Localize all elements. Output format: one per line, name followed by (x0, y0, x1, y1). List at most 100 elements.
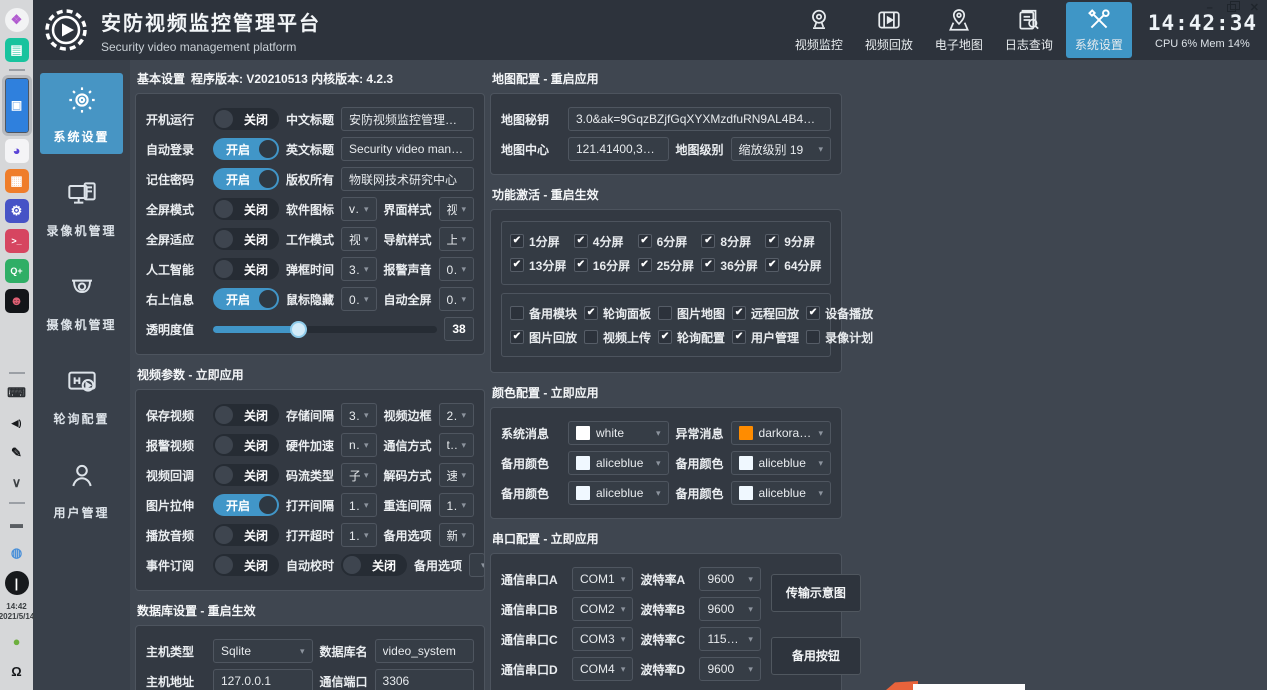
checkbox[interactable]: ✔36分屏 (701, 257, 758, 274)
taskbar-power-icon[interactable]: | (5, 571, 29, 595)
dropdown[interactable]: 0秒钟▾ (439, 287, 474, 311)
checkbox[interactable]: ✔8分屏 (701, 233, 758, 250)
nav-system-settings[interactable]: 系统设置 (1066, 2, 1132, 58)
toggle-off[interactable]: 关闭 (213, 524, 279, 546)
dropdown[interactable]: 9600▾ (699, 597, 760, 621)
color-dropdown[interactable]: aliceblue▾ (568, 451, 669, 475)
dropdown[interactable]: 10000毫秒▾ (341, 523, 376, 547)
checkbox[interactable]: ✔远程回放 (732, 305, 799, 322)
taskbar-app-store-icon[interactable]: ▦ (5, 169, 29, 193)
opacity-slider[interactable] (213, 318, 437, 340)
dropdown[interactable]: 子码流▾ (341, 463, 376, 487)
dropdown[interactable]: 0次▾ (439, 257, 474, 281)
color-dropdown[interactable]: aliceblue▾ (568, 481, 669, 505)
checkbox[interactable]: ✔6分屏 (638, 233, 695, 250)
toggle-on[interactable]: 开启 (213, 168, 279, 190)
dropdown[interactable]: 1000毫秒▾ (341, 493, 376, 517)
checkbox[interactable]: ✔图片回放 (510, 329, 577, 346)
dropdown[interactable]: 0秒钟▾ (341, 287, 376, 311)
text-input[interactable]: 3.0&ak=9GqzBZjfGqXYXMzdfuRN9AL4B4PHaY6R (568, 107, 831, 131)
text-input[interactable]: 物联网技术研究中心 (341, 167, 474, 191)
text-input[interactable]: 127.0.0.1 (213, 669, 313, 690)
nav-log-query[interactable]: 日志查询 (996, 2, 1062, 58)
taskbar-bell-icon[interactable]: Ω (5, 659, 29, 683)
color-dropdown[interactable]: aliceblue▾ (731, 451, 832, 475)
sidebar-item-system-settings[interactable]: 系统设置 (40, 73, 123, 154)
toggle-off[interactable]: 关闭 (213, 108, 279, 130)
color-dropdown[interactable]: aliceblue▾ (731, 481, 832, 505)
toggle-off[interactable]: 关闭 (213, 464, 279, 486)
background-window-edge[interactable] (913, 684, 1025, 690)
taskbar-pen-icon[interactable]: ✎ (5, 441, 29, 465)
taskbar-mini-keyboard-icon[interactable]: ▬ (5, 511, 29, 535)
toggle-off[interactable]: 关闭 (213, 434, 279, 456)
dropdown[interactable]: 新建项目▾ (469, 553, 485, 577)
restore-button[interactable] (1227, 4, 1236, 12)
text-input[interactable]: video_system (375, 639, 475, 663)
slider-knob[interactable] (290, 321, 307, 338)
toggle-off[interactable]: 关闭 (213, 554, 279, 576)
sidebar-item-recorder-mgmt[interactable]: 录像机管理 (40, 167, 123, 248)
toggle-off[interactable]: 关闭 (341, 554, 407, 576)
checkbox[interactable]: ✔轮询配置 (658, 329, 725, 346)
checkbox[interactable]: ✔轮询面板 (584, 305, 651, 322)
text-input[interactable]: 3306 (375, 669, 475, 690)
checkbox[interactable]: 备用模块 (510, 305, 577, 322)
color-dropdown[interactable]: white▾ (568, 421, 669, 445)
checkbox[interactable]: ✔64分屏 (765, 257, 822, 274)
dropdown[interactable]: 3秒钟▾ (341, 257, 376, 281)
taskbar-browser-icon[interactable]: ◕ (5, 139, 29, 163)
taskbar-collapse-icon[interactable]: ∨ (5, 471, 29, 495)
dropdown[interactable]: 2像素▾ (439, 403, 474, 427)
dropdown[interactable]: COM2▾ (572, 597, 633, 621)
taskbar-qt-app-icon[interactable]: Q+ (5, 259, 29, 283)
toggle-off[interactable]: 关闭 (213, 258, 279, 280)
dropdown[interactable]: 9600▾ (699, 657, 760, 681)
taskbar-camera-app-icon[interactable]: ▣ (5, 78, 29, 133)
checkbox[interactable]: ✔16分屏 (574, 257, 631, 274)
sidebar-item-camera-mgmt[interactable]: 摄像机管理 (40, 261, 123, 342)
taskbar-terminal-icon[interactable]: >_ (5, 229, 29, 253)
checkbox[interactable]: ✔25分屏 (638, 257, 695, 274)
dropdown[interactable]: 速度优先▾ (439, 463, 474, 487)
checkbox[interactable]: 图片地图 (658, 305, 725, 322)
sidebar-item-user-mgmt[interactable]: 用户管理 (40, 449, 123, 530)
toggle-off[interactable]: 关闭 (213, 404, 279, 426)
dropdown[interactable]: COM3▾ (572, 627, 633, 651)
action-button[interactable]: 备用按钮 (771, 637, 861, 675)
toggle-on[interactable]: 开启 (213, 138, 279, 160)
taskbar-settings-gear-icon[interactable]: ⚙ (5, 199, 29, 223)
text-input[interactable]: 安防视频监控管理平台 (341, 107, 474, 131)
checkbox[interactable]: ✔用户管理 (732, 329, 799, 346)
checkbox[interactable]: ✔设备播放 (806, 305, 873, 322)
sidebar-item-polling-config[interactable]: 轮询配置 (40, 355, 123, 436)
taskbar-network-globe-icon[interactable]: ◍ (5, 541, 29, 565)
toggle-on[interactable]: 开启 (213, 494, 279, 516)
taskbar-notes-icon[interactable]: ▤ (5, 38, 29, 62)
dropdown[interactable]: 上侧+上侧▾ (439, 227, 474, 251)
nav-video-playback[interactable]: 视频回放 (856, 2, 922, 58)
dropdown[interactable]: video_white▾ (341, 197, 376, 221)
checkbox[interactable]: 视频上传 (584, 329, 651, 346)
dropdown[interactable]: 30分钟▾ (341, 403, 376, 427)
dropdown[interactable]: COM4▾ (572, 657, 633, 681)
toggle-off[interactable]: 关闭 (213, 198, 279, 220)
dropdown[interactable]: 视频监控▾ (341, 227, 376, 251)
dropdown[interactable]: 9600▾ (699, 567, 760, 591)
checkbox[interactable]: ✔9分屏 (765, 233, 822, 250)
close-button[interactable]: ✕ (1250, 3, 1259, 13)
nav-video-monitor[interactable]: 视频监控 (786, 2, 852, 58)
taskbar-ghost-app-icon[interactable]: ☻ (5, 289, 29, 313)
dropdown[interactable]: Sqlite▾ (213, 639, 313, 663)
toggle-off[interactable]: 关闭 (213, 228, 279, 250)
dropdown[interactable]: none▾ (341, 433, 376, 457)
taskbar-volume-icon[interactable]: ◀) (5, 411, 29, 435)
dropdown[interactable]: 视频黑▾ (439, 197, 474, 221)
checkbox[interactable]: 录像计划 (806, 329, 873, 346)
minimize-button[interactable]: – (1207, 3, 1213, 13)
action-button[interactable]: 传输示意图 (771, 574, 861, 612)
text-input[interactable]: 121.41400,31.18280 (568, 137, 669, 161)
dropdown[interactable]: 新建项目▾ (439, 523, 474, 547)
color-dropdown[interactable]: darkorange▾ (731, 421, 832, 445)
checkbox[interactable]: ✔4分屏 (574, 233, 631, 250)
